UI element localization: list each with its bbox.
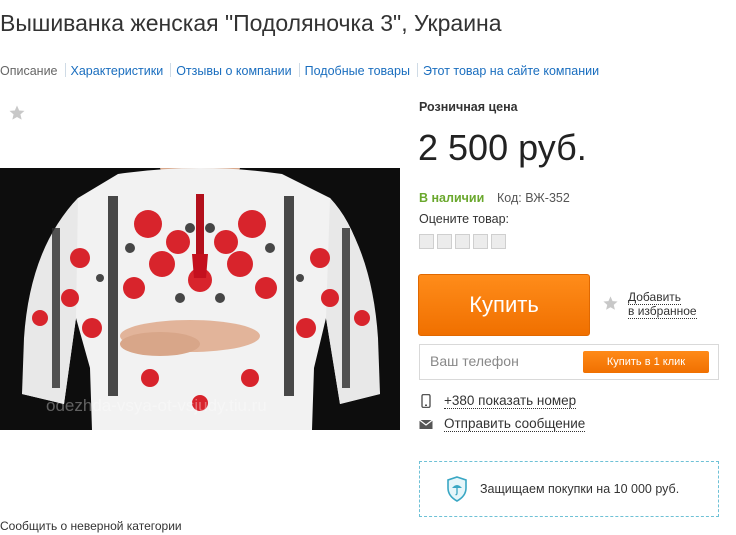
rating-box-4[interactable] <box>473 234 488 249</box>
shield-umbrella-icon <box>447 476 467 502</box>
tab-divider <box>298 63 300 77</box>
phone-icon <box>421 394 431 408</box>
send-message-link[interactable]: Отправить сообщение <box>419 416 586 432</box>
favorites-line-1: Добавить <box>628 290 682 305</box>
protection-text: Защищаем покупки на 10 000 руб. <box>480 482 680 496</box>
favorites-line-2: в избранное <box>628 304 697 319</box>
star-icon[interactable] <box>8 104 26 122</box>
show-number-text: +380 показать номер <box>444 393 577 409</box>
tab-on-company-site[interactable]: Этот товар на сайте компании <box>423 64 599 78</box>
rating-box-2[interactable] <box>437 234 452 249</box>
report-wrong-category-link[interactable]: Сообщить о неверной категории <box>0 519 182 533</box>
add-to-favorites-link[interactable]: Добавить в избранное <box>628 290 697 319</box>
tab-similar-products[interactable]: Подобные товары <box>305 64 410 78</box>
buy-button[interactable]: Купить <box>418 274 590 336</box>
rating-boxes <box>419 234 506 249</box>
show-number-link[interactable]: +380 показать номер <box>419 393 577 409</box>
phone-input[interactable] <box>420 345 590 377</box>
product-photo[interactable] <box>0 168 400 430</box>
rating-box-3[interactable] <box>455 234 470 249</box>
star-icon[interactable] <box>602 295 619 312</box>
send-message-text: Отправить сообщение <box>444 416 586 432</box>
envelope-icon <box>419 419 433 429</box>
rating-label: Оцените товар: <box>419 212 510 226</box>
product-title: Вышиванка женская "Подоляночка 3", Украи… <box>0 10 502 36</box>
rating-box-5[interactable] <box>491 234 506 249</box>
product-code: Код: ВЖ-352 <box>497 191 570 205</box>
tab-company-reviews[interactable]: Отзывы о компании <box>176 64 291 78</box>
buy-one-click-button[interactable]: Купить в 1 клик <box>583 351 709 373</box>
rating-box-1[interactable] <box>419 234 434 249</box>
photo-watermark: odezhda-vsya-ot-vsjudy.tiu.ru <box>46 396 267 415</box>
tab-divider <box>170 63 172 77</box>
tab-description[interactable]: Описание <box>0 64 58 78</box>
stock-status: В наличии <box>419 191 485 205</box>
tab-characteristics[interactable]: Характеристики <box>71 64 164 78</box>
one-click-form: Купить в 1 клик <box>419 344 719 380</box>
tab-divider <box>416 63 418 77</box>
price-label: Розничная цена <box>419 100 518 114</box>
embroidered-blouse-image <box>0 168 400 430</box>
price-value: 2 500 руб. <box>418 127 587 168</box>
product-tabs: Описание Характеристики Отзывы о компании П… <box>0 63 599 78</box>
purchase-protection-banner[interactable]: Защищаем покупки на 10 000 руб. <box>419 461 719 517</box>
tab-divider <box>64 63 66 77</box>
